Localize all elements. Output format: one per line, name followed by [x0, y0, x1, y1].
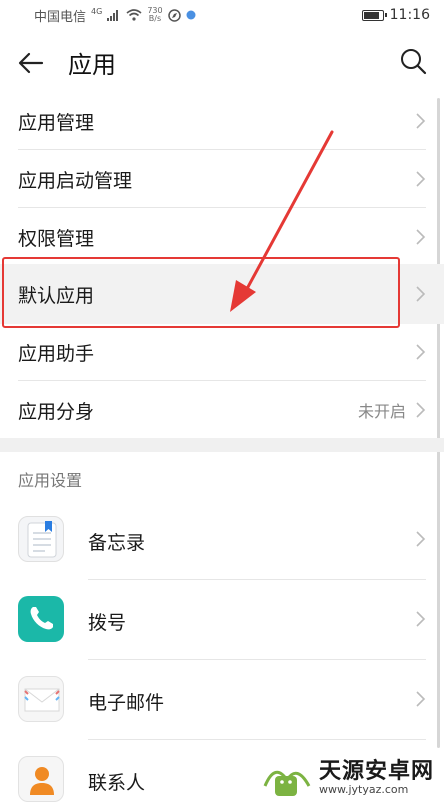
menu-item-value: 未开启: [357, 402, 406, 421]
carrier-label: 中国电信: [34, 9, 87, 25]
app-item-label: 电子邮件: [88, 692, 165, 714]
status-bar: 中国电信 4G 730 B/s 11:16: [0, 0, 444, 30]
search-icon[interactable]: [398, 46, 428, 76]
chevron-right-icon: [416, 113, 426, 129]
net-speed: 730 B/s: [147, 7, 162, 23]
app-item-email[interactable]: 电子邮件: [0, 662, 444, 742]
section-title: 应用设置: [18, 471, 83, 490]
chevron-right-icon: [416, 344, 426, 360]
chevron-right-icon: [416, 531, 426, 547]
clock: 11:16: [389, 7, 430, 23]
chevron-right-icon: [416, 171, 426, 187]
divider: [88, 659, 426, 660]
android-logo-icon: [263, 770, 311, 796]
app-item-dialer[interactable]: 拨号: [0, 582, 444, 662]
menu-item-label: 应用管理: [18, 111, 95, 134]
chevron-right-icon: [416, 286, 426, 302]
menu-item-label: 权限管理: [18, 227, 95, 250]
browser-icon: [167, 8, 181, 22]
wifi-icon: [126, 9, 142, 21]
section-gap: [0, 438, 444, 452]
divider: [88, 579, 426, 580]
app-item-notes[interactable]: 备忘录: [0, 502, 444, 582]
watermark-text: 天源安卓网: [318, 759, 434, 784]
menu-item-app-twin[interactable]: 应用分身 未开启: [0, 381, 444, 439]
annotation-arrow: [230, 130, 334, 312]
app-item-label: 备忘录: [88, 532, 146, 554]
net-speed-unit: B/s: [148, 14, 162, 23]
phone-icon: [18, 596, 64, 642]
battery-fill: [363, 11, 379, 19]
menu-item-app-assistant[interactable]: 应用助手: [0, 323, 444, 381]
divider: [88, 739, 426, 740]
menu-item-label: 应用助手: [18, 342, 95, 365]
contacts-icon: [18, 756, 64, 802]
signal-icon: [107, 10, 119, 21]
chevron-right-icon: [416, 691, 426, 707]
battery-icon: [361, 9, 387, 21]
app-notification-icon: [186, 10, 196, 20]
chevron-right-icon: [416, 229, 426, 245]
menu-item-label: 应用启动管理: [18, 169, 133, 192]
app-item-label: 联系人: [88, 772, 146, 794]
watermark: 天源安卓网 www.jytyaz.com: [261, 756, 434, 800]
signal-label: 4G: [91, 6, 103, 16]
highlight-box: [2, 257, 400, 328]
mail-icon: [18, 676, 64, 722]
watermark-url: www.jytyaz.com: [318, 783, 409, 796]
chevron-right-icon: [416, 611, 426, 627]
chevron-right-icon: [416, 402, 426, 418]
app-bar: 应用: [0, 30, 444, 94]
notepad-icon: [18, 516, 64, 562]
menu-item-label: 应用分身: [18, 400, 95, 423]
arrow-left-icon[interactable]: [16, 48, 46, 78]
app-item-label: 拨号: [88, 612, 127, 634]
page-title: 应用: [68, 51, 116, 79]
